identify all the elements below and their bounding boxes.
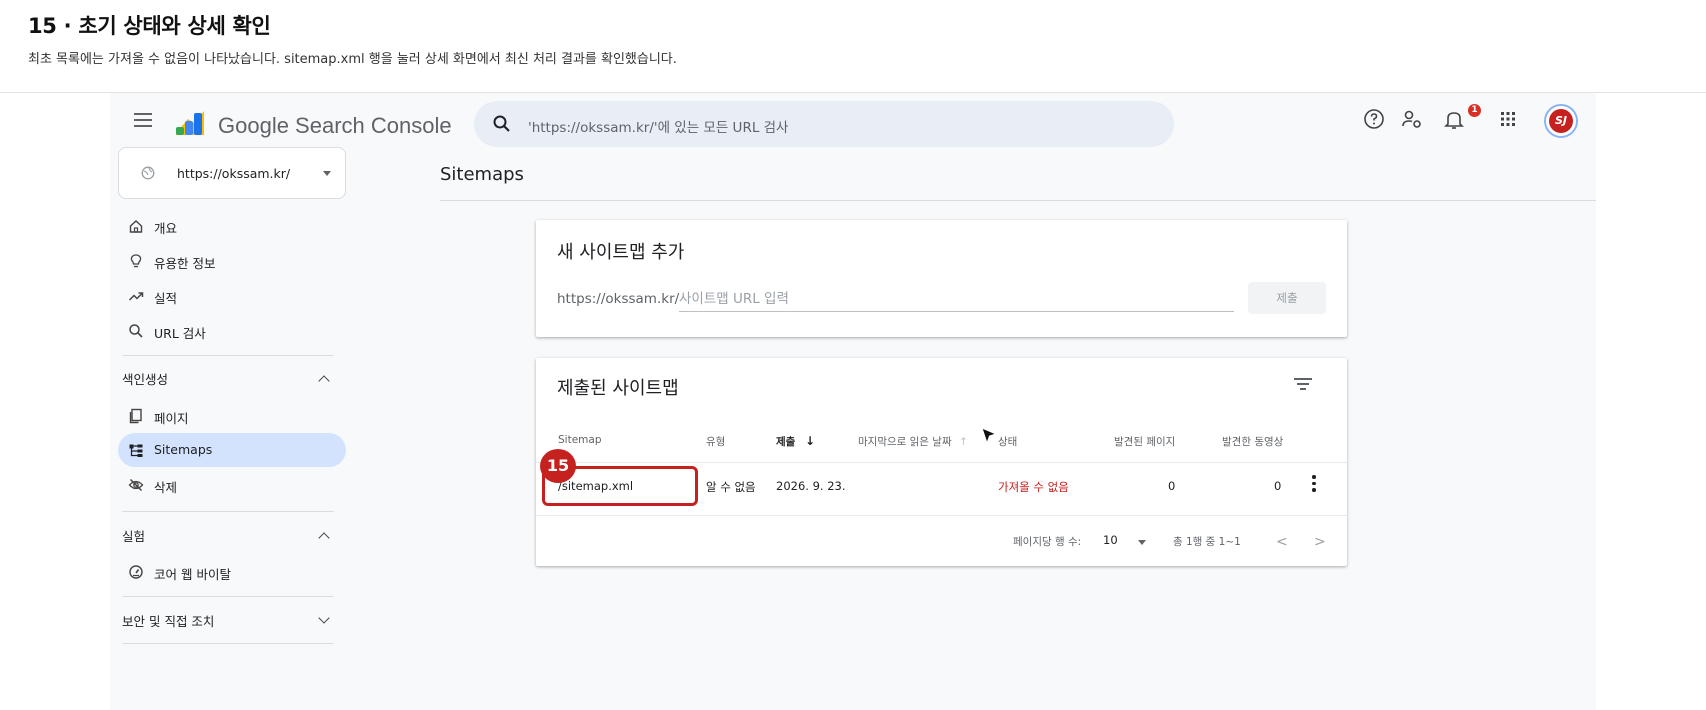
next-page-button[interactable]: > (1314, 534, 1326, 550)
trending-icon (128, 292, 144, 301)
sidebar-item-label: 개요 (154, 221, 178, 236)
home-icon (129, 220, 143, 233)
sidebar-item-label: 페이지 (154, 411, 189, 426)
sidebar-item-pages[interactable]: 페이지 (110, 399, 346, 433)
sidebar-item-label: 삭제 (154, 480, 178, 495)
sidebar-divider (122, 596, 334, 597)
add-sitemap-card: 새 사이트맵 추가 https://okssam.kr/ 제출 (536, 220, 1347, 337)
sidebar-divider (122, 355, 334, 356)
submitted-sitemaps-card: 제출된 사이트맵 Sitemap 유형 제출 ↓ 마지막으로 읽은 날짜 ↑ 상… (536, 358, 1347, 566)
property-url: https://okssam.kr/ (177, 166, 291, 181)
column-header-last-read[interactable]: 마지막으로 읽은 날짜 ↑ (858, 434, 968, 449)
search-icon (493, 115, 510, 132)
step-description: 최초 목록에는 가져올 수 없음이 나타났습니다. sitemap.xml 행을… (28, 52, 677, 67)
avatar-initials: SJ (1549, 109, 1573, 133)
previous-page-button[interactable]: < (1276, 534, 1288, 550)
sidebar-section-security[interactable]: 보안 및 직접 조치 (122, 611, 214, 630)
row-divider (536, 515, 1347, 516)
sidebar-item-label: 유용한 정보 (154, 256, 216, 271)
step-title: 15 · 초기 상태와 상세 확인 (28, 14, 271, 38)
manage-users-icon[interactable] (1400, 107, 1424, 131)
globe-icon (141, 166, 155, 180)
account-avatar[interactable]: SJ (1544, 104, 1578, 138)
search-console-logo-icon[interactable] (174, 107, 206, 139)
column-header-videos[interactable]: 발견한 동영상 (1222, 434, 1283, 449)
chevron-up-icon[interactable] (318, 375, 330, 387)
step-header: 15 · 초기 상태와 상세 확인 최초 목록에는 가져올 수 없음이 나타났습… (28, 10, 677, 67)
pagination-range: 총 1행 중 1~1 (1173, 536, 1241, 548)
sidebar-item-label: URL 검사 (154, 326, 206, 341)
sidebar-section-indexing[interactable]: 색인생성 (122, 369, 168, 388)
filter-icon[interactable] (1294, 378, 1312, 392)
apps-grid-icon[interactable] (1496, 107, 1520, 131)
sitemap-url-input[interactable] (679, 286, 1234, 312)
page-title-divider (440, 200, 1596, 201)
page-title: Sitemaps (440, 164, 524, 185)
chevron-down-icon[interactable] (1138, 540, 1146, 545)
column-header-type[interactable]: 유형 (706, 434, 725, 449)
eye-off-icon (128, 478, 144, 492)
table-header-divider (536, 462, 1347, 463)
cell-status: 가져올 수 없음 (998, 480, 1069, 494)
sort-ascending-icon: ↑ (958, 436, 968, 448)
chevron-up-icon[interactable] (318, 532, 330, 544)
column-header-label: 제출 (776, 436, 796, 448)
sidebar-divider (122, 643, 334, 644)
notifications-icon[interactable] (1442, 107, 1466, 131)
column-header-label: 마지막으로 읽은 날짜 (858, 436, 952, 448)
callout-number-badge: 15 (540, 449, 576, 483)
mouse-cursor-icon (981, 427, 998, 445)
add-sitemap-title: 새 사이트맵 추가 (557, 242, 685, 263)
sidebar-item-overview[interactable]: 개요 (110, 209, 346, 243)
more-options-icon[interactable] (1312, 475, 1316, 493)
submit-sitemap-button[interactable]: 제출 (1248, 282, 1326, 314)
rows-per-page-select[interactable]: 10 (1103, 533, 1118, 547)
sidebar-item-removals[interactable]: 삭제 (110, 468, 346, 502)
help-icon[interactable] (1362, 107, 1386, 131)
sidebar-item-core-web-vitals[interactable]: 코어 웹 바이탈 (110, 555, 346, 589)
column-header-sitemap[interactable]: Sitemap (558, 434, 602, 446)
search-console-screenshot: Google Search Console 'https://okssam.kr… (110, 93, 1596, 710)
sort-descending-icon: ↓ (804, 434, 816, 448)
sidebar-item-url-inspection[interactable]: URL 검사 (110, 314, 346, 348)
rows-per-page-label: 페이지당 행 수: (1013, 536, 1082, 548)
sidebar-item-label: Sitemaps (154, 442, 213, 457)
lightbulb-icon (130, 254, 142, 268)
sidebar-section-experience[interactable]: 실험 (122, 526, 145, 545)
sidebar-item-label: 실적 (154, 291, 178, 306)
sidebar-item-performance[interactable]: 실적 (110, 279, 346, 313)
url-inspect-search[interactable]: 'https://okssam.kr/'에 있는 모든 URL 검사 (474, 101, 1174, 147)
app-title[interactable]: Google Search Console (218, 113, 452, 139)
cell-type: 알 수 없음 (706, 480, 756, 494)
submitted-sitemaps-title: 제출된 사이트맵 (557, 378, 679, 399)
sidebar-divider (122, 511, 334, 512)
sidebar-item-sitemaps[interactable]: Sitemaps (118, 433, 346, 467)
cell-submitted: 2026. 9. 23. (776, 479, 846, 493)
search-icon (129, 324, 143, 338)
sidebar-item-label: 코어 웹 바이탈 (154, 567, 231, 582)
gauge-icon (129, 565, 143, 579)
cell-videos: 0 (1274, 479, 1282, 493)
search-placeholder: 'https://okssam.kr/'에 있는 모든 URL 검사 (528, 120, 789, 136)
pages-icon (129, 408, 142, 424)
chevron-down-icon (323, 171, 331, 176)
sitemap-url-prefix: https://okssam.kr/ (557, 291, 680, 307)
cell-pages: 0 (1168, 479, 1176, 493)
chevron-down-icon[interactable] (318, 612, 330, 624)
main-menu-icon[interactable] (134, 113, 152, 127)
property-selector[interactable]: https://okssam.kr/ (118, 147, 346, 199)
column-header-status[interactable]: 상태 (998, 434, 1017, 449)
sidebar-item-insights[interactable]: 유용한 정보 (110, 244, 346, 278)
sitemap-icon (129, 444, 143, 457)
notification-badge: 1 (1468, 104, 1481, 117)
column-header-submitted[interactable]: 제출 ↓ (776, 434, 815, 449)
column-header-pages[interactable]: 발견된 페이지 (1114, 434, 1175, 449)
